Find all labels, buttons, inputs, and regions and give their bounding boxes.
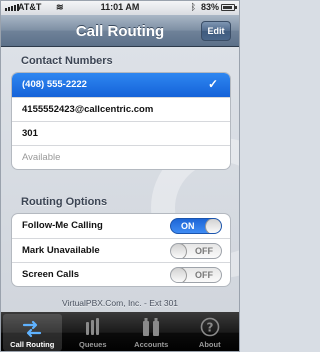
routing-option-label: Follow-Me Calling [22, 220, 103, 231]
contact-numbers-list: (408) 555-2222 ✓ 4155552423@callcentric.… [11, 72, 231, 170]
toggle-knob [171, 244, 187, 258]
edit-button[interactable]: Edit [201, 21, 231, 41]
main-content: Contact Numbers (408) 555-2222 ✓ 4155552… [1, 48, 239, 312]
contact-number-row[interactable]: 4155552423@callcentric.com [12, 97, 230, 121]
tab-label: About [198, 340, 221, 349]
contact-number-label: (408) 555-2222 [22, 79, 87, 90]
contact-numbers-header: Contact Numbers [21, 55, 113, 67]
follow-me-toggle[interactable]: ON [170, 218, 222, 234]
tab-bar: Call Routing Queues Accounts ? About [1, 312, 240, 351]
svg-text:?: ? [206, 321, 213, 335]
tab-call-routing[interactable]: Call Routing [3, 314, 62, 351]
routing-options-list: Follow-Me Calling ON Mark Unavailable OF… [11, 213, 231, 287]
tab-about[interactable]: ? About [181, 312, 240, 351]
checkmark-icon: ✓ [207, 77, 218, 91]
app-window: AT&T ≋ 11:01 AM ᛒ 83% Call Routing Edit … [0, 0, 240, 352]
toggle-label: ON [181, 221, 195, 231]
contact-number-row[interactable]: (408) 555-2222 ✓ [12, 73, 230, 97]
arrows-icon [3, 319, 62, 339]
navigation-bar: Call Routing Edit [1, 15, 239, 47]
tab-accounts[interactable]: Accounts [122, 312, 181, 351]
contact-number-row[interactable]: Available [12, 145, 230, 169]
contact-number-label: Available [22, 152, 61, 163]
routing-option-label: Screen Calls [22, 269, 80, 280]
routing-option-label: Mark Unavailable [22, 245, 100, 256]
footer-text: VirtualPBX.Com, Inc. - Ext 301 [61, 298, 179, 308]
tab-label: Accounts [134, 340, 169, 349]
mark-unavailable-toggle[interactable]: OFF [170, 243, 222, 259]
routing-option-row: Follow-Me Calling ON [12, 214, 230, 238]
status-bar: AT&T ≋ 11:01 AM ᛒ 83% [1, 1, 239, 15]
screen-calls-toggle[interactable]: OFF [170, 267, 222, 283]
toggle-label: OFF [195, 270, 213, 280]
contact-number-row[interactable]: 301 [12, 121, 230, 145]
routing-option-row: Screen Calls OFF [12, 262, 230, 286]
toggle-knob [205, 219, 221, 233]
routing-options-header: Routing Options [21, 196, 108, 208]
contact-number-label: 4155552423@callcentric.com [22, 104, 154, 115]
toggle-knob [171, 268, 187, 282]
tab-label: Queues [78, 340, 107, 349]
tab-label: Call Routing [10, 340, 55, 349]
routing-option-row: Mark Unavailable OFF [12, 238, 230, 262]
contact-number-label: 301 [22, 128, 38, 139]
battery-icon [221, 4, 237, 11]
accounts-icon [122, 317, 181, 337]
toggle-label: OFF [195, 246, 213, 256]
battery-percent: 83% [200, 2, 219, 12]
question-icon: ? [181, 317, 240, 337]
tab-queues[interactable]: Queues [64, 312, 123, 351]
bluetooth-icon: ᛒ [190, 2, 196, 12]
queues-icon [64, 317, 123, 337]
